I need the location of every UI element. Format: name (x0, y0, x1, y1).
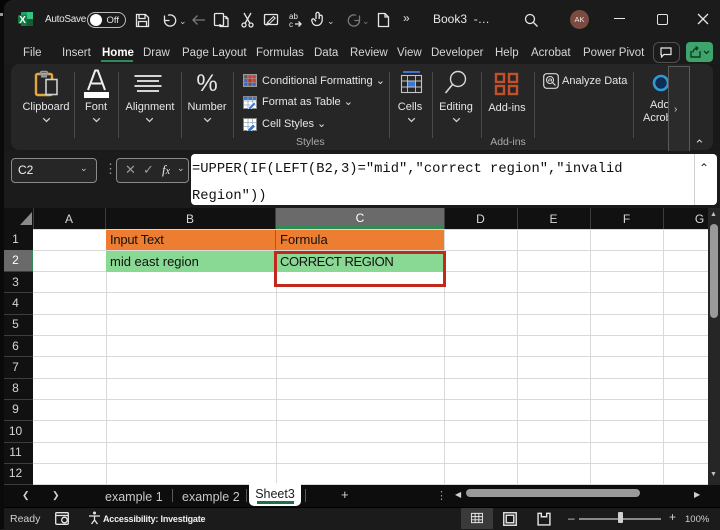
svg-text:c: c (289, 20, 293, 28)
svg-text:X: X (19, 15, 26, 26)
